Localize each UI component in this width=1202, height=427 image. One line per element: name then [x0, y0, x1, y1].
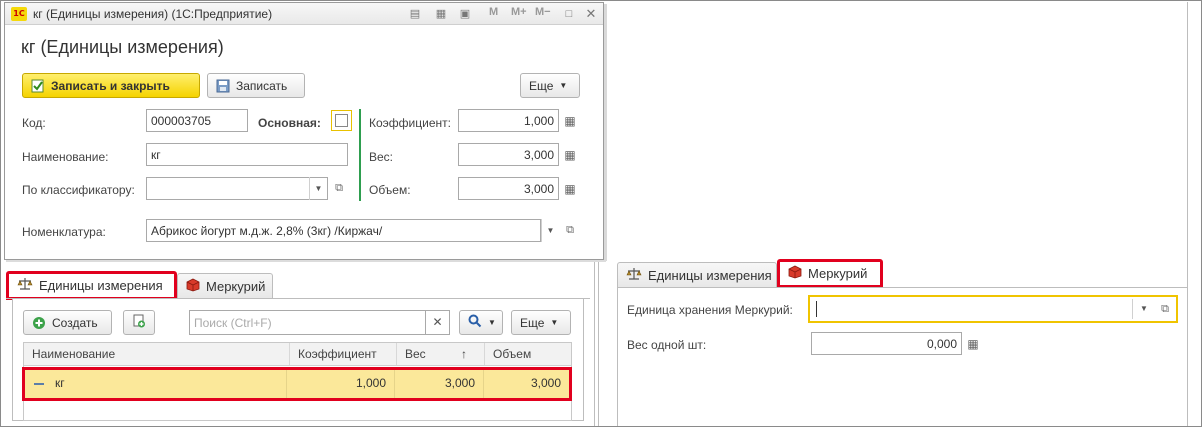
- close-icon[interactable]: ✕: [583, 6, 599, 22]
- memory-m-minus-button[interactable]: M−: [535, 6, 551, 18]
- app-logo-icon: 1С: [11, 7, 27, 21]
- clear-search-icon[interactable]: ✕: [426, 310, 450, 335]
- search-input[interactable]: Поиск (Ctrl+F): [189, 310, 426, 335]
- row-highlight-frame: [22, 367, 572, 401]
- field-divider: [1132, 299, 1133, 319]
- storage-unit-label: Единица хранения Меркурий:: [627, 303, 793, 317]
- calculator-icon[interactable]: ▦: [433, 6, 449, 22]
- unit-form-window: 1С кг (Единицы измерения) (1С:Предприяти…: [4, 2, 604, 260]
- tab-mercury-left[interactable]: Меркурий: [177, 273, 273, 299]
- main-label: Основная:: [258, 116, 321, 130]
- plus-circle-icon: [32, 316, 46, 330]
- create-button[interactable]: Создать: [23, 310, 112, 335]
- print-icon[interactable]: ▤: [407, 6, 423, 22]
- tab-mercury-left-label: Меркурий: [206, 279, 266, 294]
- classifier-label: По классификатору:: [22, 183, 135, 197]
- memory-m-button[interactable]: M: [489, 6, 498, 18]
- volume-calculator-icon[interactable]: ▦: [562, 181, 578, 197]
- coefficient-calculator-icon[interactable]: ▦: [562, 113, 578, 129]
- save-and-close-button[interactable]: Записать и закрыть: [22, 73, 200, 98]
- name-label: Наименование:: [22, 150, 109, 164]
- more-label: Еще: [529, 78, 554, 93]
- create-label: Создать: [52, 315, 98, 330]
- window-shadow: [604, 4, 607, 261]
- weight-label: Вес:: [369, 150, 394, 164]
- unit-weight-calculator-icon[interactable]: ▦: [965, 336, 981, 352]
- copy-button[interactable]: [123, 310, 155, 335]
- list-more-label: Еще: [520, 315, 545, 330]
- column-header-name[interactable]: Наименование: [24, 343, 290, 365]
- tab-units-right[interactable]: Единицы измерения: [617, 262, 777, 288]
- classifier-dropdown-icon[interactable]: ▼: [309, 177, 327, 200]
- window-title: кг (Единицы измерения) (1С:Предприятие): [33, 7, 273, 21]
- tab-units-left[interactable]: Единицы измерения: [6, 271, 177, 300]
- mercury-cube-icon: [788, 265, 802, 282]
- tab-mercury-right-label: Меркурий: [808, 266, 868, 281]
- nomenclature-open-icon[interactable]: ⧉: [560, 219, 580, 242]
- scales-icon: [17, 277, 33, 294]
- tab-units-right-label: Единицы измерения: [648, 268, 772, 283]
- mercury-panel-border: [617, 288, 618, 427]
- sort-ascending-icon: ↑: [461, 347, 467, 361]
- name-field[interactable]: кг: [146, 143, 348, 166]
- column-header-coefficient[interactable]: Коэффициент: [290, 343, 397, 365]
- volume-label: Объем:: [369, 183, 411, 197]
- floppy-disk-icon: [216, 79, 230, 93]
- weight-field[interactable]: 3,000: [458, 143, 559, 166]
- coefficient-label: Коэффициент:: [369, 116, 451, 130]
- right-edge-border: [1187, 2, 1188, 426]
- tab-units-left-label: Единицы измерения: [39, 278, 163, 293]
- main-checkbox[interactable]: [331, 110, 352, 131]
- classifier-field[interactable]: [146, 177, 328, 200]
- column-header-volume[interactable]: Объем: [485, 343, 571, 365]
- volume-field[interactable]: 3,000: [458, 177, 559, 200]
- search-button[interactable]: ▼: [459, 310, 503, 335]
- restore-window-icon[interactable]: □: [561, 6, 577, 22]
- copy-document-icon: [132, 314, 146, 331]
- mercury-cube-icon: [186, 278, 200, 295]
- chevron-down-icon: ▼: [559, 81, 568, 90]
- tab-baseline-right: [617, 287, 1188, 288]
- classifier-open-icon[interactable]: ⧉: [329, 177, 349, 200]
- list-more-button[interactable]: Еще ▼: [511, 310, 571, 335]
- save-and-close-label: Записать и закрыть: [51, 78, 170, 93]
- search-icon: [468, 314, 482, 331]
- calendar-icon[interactable]: ▣: [457, 6, 473, 22]
- save-button[interactable]: Записать: [207, 73, 305, 98]
- storage-unit-dropdown-icon[interactable]: ▼: [1136, 297, 1152, 321]
- scales-icon: [626, 267, 642, 284]
- tab-mercury-right[interactable]: Меркурий: [777, 259, 883, 288]
- storage-unit-open-icon[interactable]: ⧉: [1156, 297, 1174, 321]
- nomenclature-field[interactable]: Абрикос йогурт м.д.ж. 2,8% (3кг) /Киржач…: [146, 219, 541, 242]
- coefficient-field[interactable]: 1,000: [458, 109, 559, 132]
- column-separator: [359, 109, 361, 201]
- memory-m-plus-button[interactable]: M+: [511, 6, 527, 18]
- panel-divider: [598, 262, 599, 426]
- storage-unit-field[interactable]: ▼ ⧉: [808, 295, 1178, 323]
- weight-calculator-icon[interactable]: ▦: [562, 147, 578, 163]
- code-field[interactable]: 000003705: [146, 109, 248, 132]
- nomenclature-label: Номенклатура:: [22, 225, 106, 239]
- save-label: Записать: [236, 78, 288, 93]
- table-header: Наименование Коэффициент Вес ↑ Объем: [24, 343, 571, 366]
- document-check-icon: [31, 79, 45, 93]
- code-label: Код:: [22, 116, 46, 130]
- list-more-chevron-icon: ▼: [550, 318, 559, 327]
- unit-weight-label: Вес одной шт:: [627, 338, 707, 352]
- page-title: кг (Единицы измерения): [21, 37, 224, 57]
- nomenclature-dropdown-icon[interactable]: ▼: [541, 219, 559, 242]
- search-chevron-down-icon: ▼: [488, 318, 496, 327]
- more-button[interactable]: Еще ▼: [520, 73, 580, 98]
- window-shadow-bottom: [6, 260, 606, 262]
- column-header-weight[interactable]: Вес: [397, 343, 485, 365]
- text-cursor: [816, 301, 817, 317]
- panel-divider: [594, 262, 595, 426]
- unit-weight-field[interactable]: 0,000: [811, 332, 962, 355]
- title-bar: 1С кг (Единицы измерения) (1С:Предприяти…: [5, 3, 603, 25]
- checkbox-box: [335, 114, 348, 127]
